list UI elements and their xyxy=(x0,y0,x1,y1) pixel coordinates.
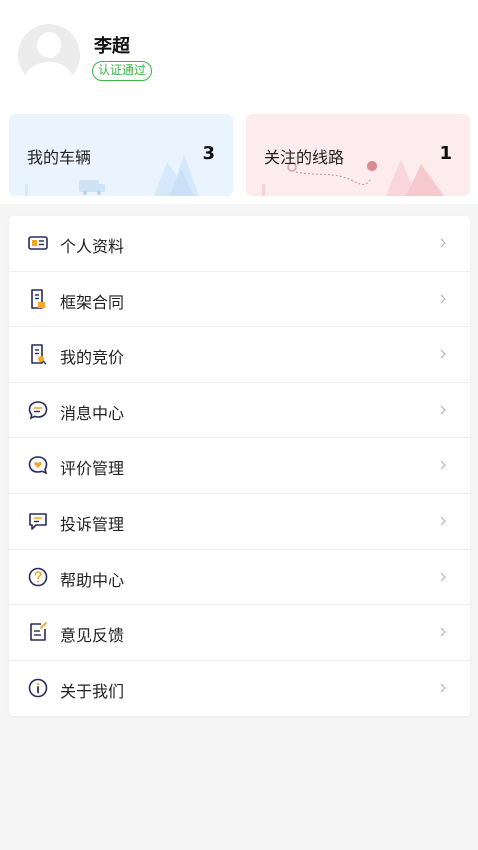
my-vehicles-card[interactable]: 我的车辆 3 xyxy=(9,114,233,196)
my-vehicles-count: 3 xyxy=(202,143,215,164)
verified-badge: 认证通过 xyxy=(92,61,153,81)
chevron-right-icon xyxy=(440,349,446,359)
menu-label-complaint-management: 投诉管理 xyxy=(60,514,125,534)
menu-item-review-management[interactable]: 评价管理 xyxy=(9,438,470,494)
chevron-right-icon xyxy=(440,294,446,304)
menu-label-framework-contract: 框架合同 xyxy=(60,292,125,312)
info-icon xyxy=(28,678,48,698)
menu-item-profile[interactable]: 个人资料 xyxy=(9,216,470,272)
profile-header: 李超 认证通过 xyxy=(0,0,478,104)
menu-label-my-bids: 我的竞价 xyxy=(60,348,125,368)
contract-icon xyxy=(31,288,45,309)
menu-item-about-us[interactable]: 关于我们 xyxy=(9,661,470,717)
chevron-right-icon xyxy=(440,627,446,637)
menu-item-complaint-management[interactable]: 投诉管理 xyxy=(9,494,470,550)
menu-item-framework-contract[interactable]: 框架合同 xyxy=(9,272,470,328)
menu-item-feedback[interactable]: 意见反馈 xyxy=(9,605,470,661)
menu-label-review-management: 评价管理 xyxy=(60,459,125,479)
followed-routes-card[interactable]: 关注的线路 1 xyxy=(246,114,470,196)
chevron-right-icon xyxy=(440,516,446,526)
menu-item-message-center[interactable]: 消息中心 xyxy=(9,383,470,439)
menu-item-my-bids[interactable]: 我的竞价 xyxy=(9,327,470,383)
help-question-icon xyxy=(28,567,48,586)
bid-document-icon xyxy=(31,344,47,365)
id-card-icon xyxy=(28,236,48,250)
my-vehicles-label: 我的车辆 xyxy=(27,148,92,167)
followed-routes-label: 关注的线路 xyxy=(264,148,345,167)
complaint-icon xyxy=(29,513,47,530)
menu-label-about-us: 关于我们 xyxy=(60,681,125,701)
feedback-edit-icon xyxy=(30,622,47,641)
review-heart-icon xyxy=(28,456,48,475)
menu-label-help-center: 帮助中心 xyxy=(60,570,125,590)
chevron-right-icon xyxy=(440,405,446,415)
followed-routes-count: 1 xyxy=(439,143,452,164)
menu-list: 个人资料 框架合同 我的竞价 消息中心 评价管理 投诉管理 帮助中心 意见反馈 … xyxy=(9,216,470,717)
menu-item-help-center[interactable]: 帮助中心 xyxy=(9,550,470,606)
chevron-right-icon xyxy=(440,572,446,581)
user-name: 李超 xyxy=(94,36,130,57)
chevron-right-icon xyxy=(440,238,446,248)
menu-label-message-center: 消息中心 xyxy=(60,403,125,423)
menu-label-profile: 个人资料 xyxy=(60,237,125,256)
avatar[interactable] xyxy=(18,24,80,86)
message-bubble-icon xyxy=(28,400,48,420)
chevron-right-icon xyxy=(440,683,446,693)
menu-label-feedback: 意见反馈 xyxy=(60,626,125,646)
chevron-right-icon xyxy=(440,460,446,470)
